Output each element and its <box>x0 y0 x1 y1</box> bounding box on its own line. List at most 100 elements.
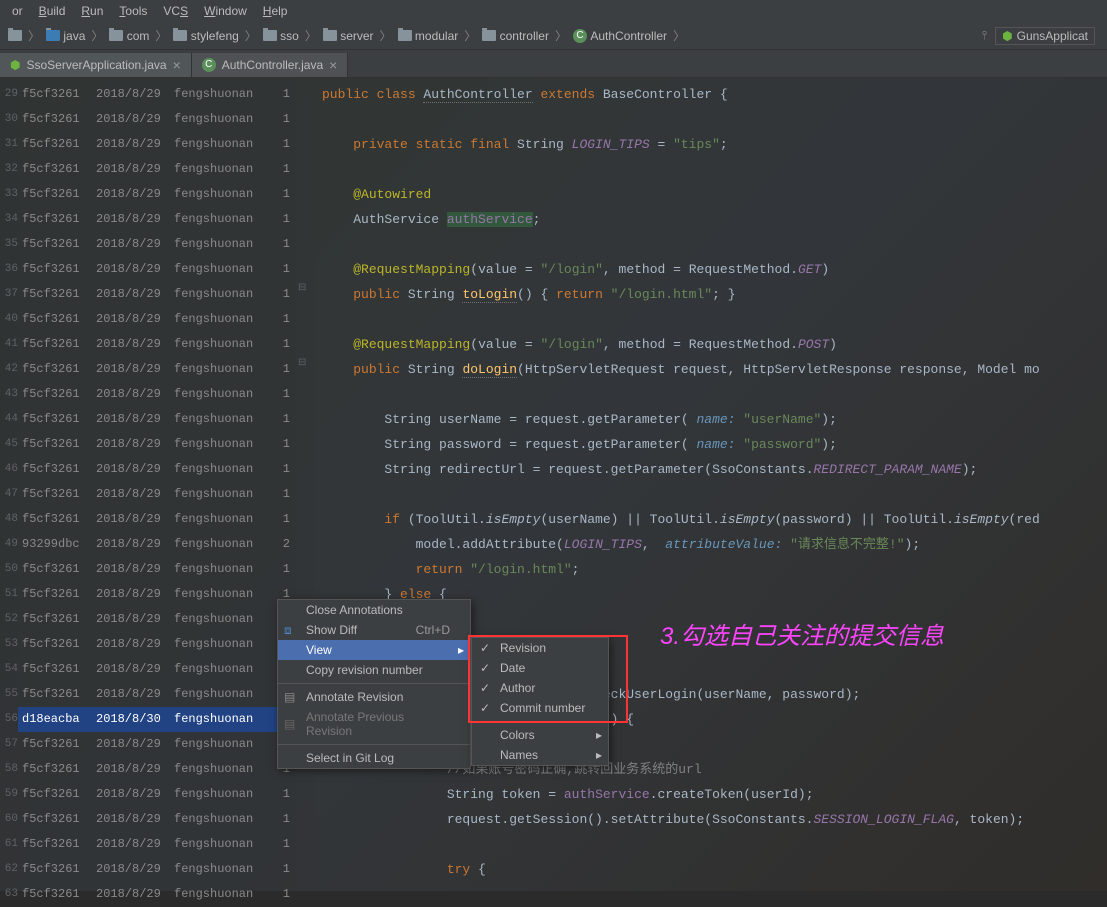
submenu-author[interactable]: ✓Author <box>472 678 608 698</box>
submenu-colors[interactable]: Colors▸ <box>472 725 608 745</box>
menu-build[interactable]: Build <box>31 4 74 18</box>
commit-author: fengshuonan <box>174 157 270 182</box>
bc-class[interactable]: C AuthController <box>569 29 671 43</box>
commit-date: 2018/8/29 <box>96 732 174 757</box>
commit-author: fengshuonan <box>174 682 270 707</box>
commit-date: 2018/8/29 <box>96 532 174 557</box>
annotate-icon: ▤ <box>284 690 300 704</box>
folding-gutter[interactable]: ⊟ ⊟ <box>296 78 314 891</box>
fold-icon[interactable]: ⊟ <box>298 357 306 369</box>
menu-select-git-log[interactable]: Select in Git Log <box>278 748 470 768</box>
menu-help[interactable]: Help <box>255 4 296 18</box>
annotation-row[interactable]: f5cf32612018/8/29fengshuonan1 <box>18 557 296 582</box>
annotation-row[interactable]: f5cf32612018/8/29fengshuonan1 <box>18 832 296 857</box>
menu-editor[interactable]: or <box>4 4 31 18</box>
tab-sso-server-app[interactable]: ⬢ SsoServerApplication.java × <box>0 53 192 77</box>
bc-root[interactable] <box>4 30 26 41</box>
close-icon[interactable]: × <box>329 57 337 73</box>
arrow-right-icon: ▸ <box>596 748 602 762</box>
commit-author: fengshuonan <box>174 657 270 682</box>
menu-vcs[interactable]: VCS <box>155 4 196 18</box>
annotation-row[interactable]: f5cf32612018/8/29fengshuonan1 <box>18 282 296 307</box>
annotation-row[interactable]: f5cf32612018/8/29fengshuonan1 <box>18 482 296 507</box>
annotation-row[interactable]: f5cf32612018/8/29fengshuonan1 <box>18 682 296 707</box>
annotation-row[interactable]: f5cf32612018/8/29fengshuonan1 <box>18 382 296 407</box>
annotation-row[interactable]: f5cf32612018/8/29fengshuonan1 <box>18 157 296 182</box>
commit-number: 1 <box>270 357 290 382</box>
commit-date: 2018/8/29 <box>96 507 174 532</box>
annotations-gutter[interactable]: f5cf32612018/8/29fengshuonan1f5cf3261201… <box>18 78 296 891</box>
commit-author: fengshuonan <box>174 407 270 432</box>
annotation-row[interactable]: f5cf32612018/8/29fengshuonan1 <box>18 882 296 907</box>
submenu-names[interactable]: Names▸ <box>472 745 608 765</box>
annotation-row[interactable]: f5cf32612018/8/29fengshuonan1 <box>18 657 296 682</box>
submenu-commit-number[interactable]: ✓Commit number <box>472 698 608 718</box>
annotation-row[interactable]: f5cf32612018/8/29fengshuonan1 <box>18 307 296 332</box>
commit-author: fengshuonan <box>174 82 270 107</box>
menu-copy-revision[interactable]: Copy revision number <box>278 660 470 680</box>
annotation-row[interactable]: f5cf32612018/8/29fengshuonan1 <box>18 232 296 257</box>
annotation-row[interactable]: f5cf32612018/8/29fengshuonan1 <box>18 107 296 132</box>
menu-annotate-previous[interactable]: ▤Annotate Previous Revision <box>278 707 470 741</box>
bc-sso[interactable]: sso <box>259 29 303 43</box>
bc-stylefeng[interactable]: stylefeng <box>169 29 242 43</box>
menu-tools[interactable]: Tools <box>111 4 155 18</box>
annotation-row[interactable]: d18eacba2018/8/30fengshuonan <box>18 707 296 732</box>
annotation-row[interactable]: f5cf32612018/8/29fengshuonan1 <box>18 332 296 357</box>
close-icon[interactable]: × <box>173 57 181 73</box>
commit-author: fengshuonan <box>174 282 270 307</box>
line-number: 54 <box>0 657 18 682</box>
annotation-row[interactable]: f5cf32612018/8/29fengshuonan1 <box>18 857 296 882</box>
commit-author: fengshuonan <box>174 757 270 782</box>
overlay-annotation: 3.勾选自己关注的提交信息 <box>660 616 944 651</box>
annotation-row[interactable]: f5cf32612018/8/29fengshuonan1 <box>18 82 296 107</box>
menu-window[interactable]: Window <box>196 4 255 18</box>
annotation-row[interactable]: f5cf32612018/8/29fengshuonan1 <box>18 207 296 232</box>
annotation-row[interactable]: f5cf32612018/8/29fengshuonan1 <box>18 782 296 807</box>
annotation-row[interactable]: f5cf32612018/8/29fengshuonan1 <box>18 457 296 482</box>
annotation-row[interactable]: f5cf32612018/8/29fengshuonan1 <box>18 632 296 657</box>
folder-icon <box>263 30 277 41</box>
annotation-row[interactable]: 93299dbc2018/8/29fengshuonan2 <box>18 532 296 557</box>
menu-view[interactable]: View▸ <box>278 640 470 660</box>
bc-com[interactable]: com <box>105 29 153 43</box>
bc-java[interactable]: java <box>42 29 89 43</box>
annotation-row[interactable]: f5cf32612018/8/29fengshuonan1 <box>18 357 296 382</box>
annotation-row[interactable]: f5cf32612018/8/29fengshuonan1 <box>18 432 296 457</box>
menu-annotate-revision[interactable]: ▤Annotate Revision <box>278 687 470 707</box>
annotation-row[interactable]: f5cf32612018/8/29fengshuonan1 <box>18 732 296 757</box>
tab-auth-controller[interactable]: C AuthController.java × <box>192 53 349 77</box>
line-number: 55 <box>0 682 18 707</box>
commit-date: 2018/8/29 <box>96 657 174 682</box>
bc-server[interactable]: server <box>319 29 378 43</box>
line-gutter[interactable]: 2930313233343536374041424344454647484950… <box>0 78 18 891</box>
annotation-row[interactable]: f5cf32612018/8/29fengshuonan1 <box>18 807 296 832</box>
menu-run[interactable]: Run <box>73 4 111 18</box>
annotation-row[interactable]: f5cf32612018/8/29fengshuonan1 <box>18 182 296 207</box>
annotation-row[interactable]: f5cf32612018/8/29fengshuonan1 <box>18 507 296 532</box>
line-number: 56 <box>0 707 18 732</box>
commit-date: 2018/8/30 <box>96 707 174 732</box>
fold-icon[interactable]: ⊟ <box>298 282 306 294</box>
code-area[interactable]: public class AuthController extends Base… <box>314 78 1107 891</box>
bc-controller[interactable]: controller <box>478 29 553 43</box>
annotate-icon: ▤ <box>284 717 300 731</box>
menu-separator <box>472 721 608 722</box>
menu-close-annotations[interactable]: Close Annotations <box>278 600 470 620</box>
submenu-date[interactable]: ✓Date <box>472 658 608 678</box>
arrow-right-icon: ▸ <box>458 643 464 657</box>
indicator-icon[interactable]: ⫯ <box>982 28 987 43</box>
annotation-row[interactable]: f5cf32612018/8/29fengshuonan1 <box>18 757 296 782</box>
commit-number: 1 <box>270 557 290 582</box>
commit-number: 1 <box>270 782 290 807</box>
annotation-row[interactable]: f5cf32612018/8/29fengshuonan1 <box>18 257 296 282</box>
run-config[interactable]: ⬢GunsApplicat <box>995 27 1095 45</box>
annotation-row[interactable]: f5cf32612018/8/29fengshuonan1 <box>18 132 296 157</box>
menu-show-diff[interactable]: ⧈Show DiffCtrl+D <box>278 620 470 640</box>
annotation-row[interactable]: f5cf32612018/8/29fengshuonan1 <box>18 407 296 432</box>
submenu-revision[interactable]: ✓Revision <box>472 638 608 658</box>
commit-number: 1 <box>270 432 290 457</box>
annotation-row[interactable]: f5cf32612018/8/29fengshuonan1 <box>18 582 296 607</box>
bc-modular[interactable]: modular <box>394 29 463 43</box>
annotation-row[interactable]: f5cf32612018/8/29fengshuonan1 <box>18 607 296 632</box>
